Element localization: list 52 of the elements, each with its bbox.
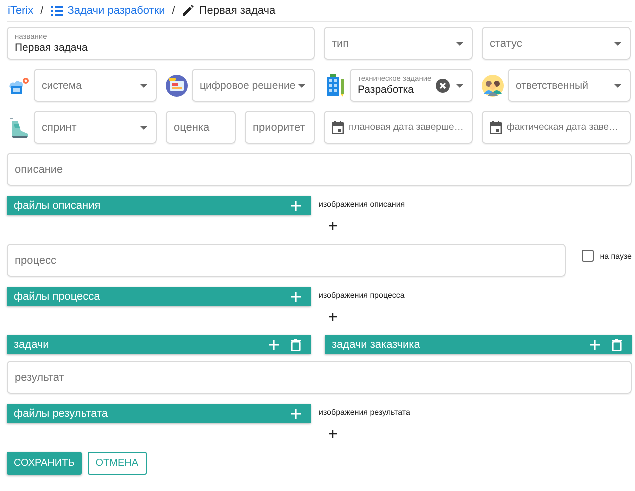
select-field[interactable]: статус xyxy=(482,27,631,60)
caret-icon xyxy=(456,42,464,46)
caret-icon xyxy=(456,84,464,88)
breadcrumb-link[interactable]: Задачи разработки xyxy=(68,5,166,17)
breadcrumb-link[interactable]: iTerix xyxy=(8,5,34,17)
checkbox[interactable] xyxy=(582,250,594,262)
plus-icon[interactable] xyxy=(329,430,337,438)
checkbox-label: на паузе xyxy=(600,252,632,260)
calendar-icon xyxy=(332,121,344,134)
input-field[interactable]: результат xyxy=(7,361,632,394)
breadcrumb-current: Первая задача xyxy=(199,5,276,17)
calendar-icon xyxy=(490,121,502,134)
section-title: задачи заказчика xyxy=(332,338,422,350)
caret-icon xyxy=(614,84,622,88)
images-label: изображения результата xyxy=(319,408,410,417)
save-button[interactable]: СОХРАНИТЬ xyxy=(7,452,82,475)
section-title: задачи xyxy=(14,338,50,350)
trash-icon[interactable] xyxy=(612,338,622,350)
clear-icon[interactable] xyxy=(436,78,450,92)
pencil-icon xyxy=(182,5,194,17)
input-field[interactable]: описание xyxy=(7,153,632,186)
breadcrumb-separator: / xyxy=(40,5,44,17)
people-icon xyxy=(482,74,504,96)
trash-icon[interactable] xyxy=(291,338,301,350)
section-title: файлы описания xyxy=(14,200,102,212)
list-icon xyxy=(50,5,63,17)
input-field[interactable]: процесс xyxy=(7,244,566,277)
plus-icon[interactable] xyxy=(329,222,337,230)
date-field[interactable]: плановая дата заверше… xyxy=(324,111,473,144)
caret-icon xyxy=(140,84,148,88)
images-label: изображения процесса xyxy=(319,291,405,300)
shoe-icon xyxy=(8,116,30,138)
section-title: файлы результата xyxy=(14,408,109,420)
input-field[interactable]: оценка xyxy=(166,111,236,144)
building-icon xyxy=(326,74,344,98)
images-label: изображения описания xyxy=(319,200,406,209)
caret-icon xyxy=(614,42,622,46)
select-field[interactable]: цифровое решение xyxy=(192,69,315,102)
select-field[interactable]: система xyxy=(34,69,157,102)
monitor-icon xyxy=(166,74,188,96)
breadcrumb-separator: / xyxy=(172,5,176,17)
plus-icon[interactable] xyxy=(329,313,337,321)
select-field[interactable]: спринт xyxy=(34,111,157,144)
select-field[interactable]: ответственный xyxy=(508,69,631,102)
caret-icon xyxy=(298,84,306,88)
cloud-icon xyxy=(8,76,30,96)
input-field[interactable]: приоритет xyxy=(245,111,315,144)
cancel-button[interactable]: ОТМЕНА xyxy=(88,452,147,475)
section-title: файлы процесса xyxy=(14,290,102,302)
caret-icon xyxy=(140,126,148,130)
date-field[interactable]: фактическая дата заве… xyxy=(482,111,631,144)
select-field[interactable]: тип xyxy=(324,27,473,60)
